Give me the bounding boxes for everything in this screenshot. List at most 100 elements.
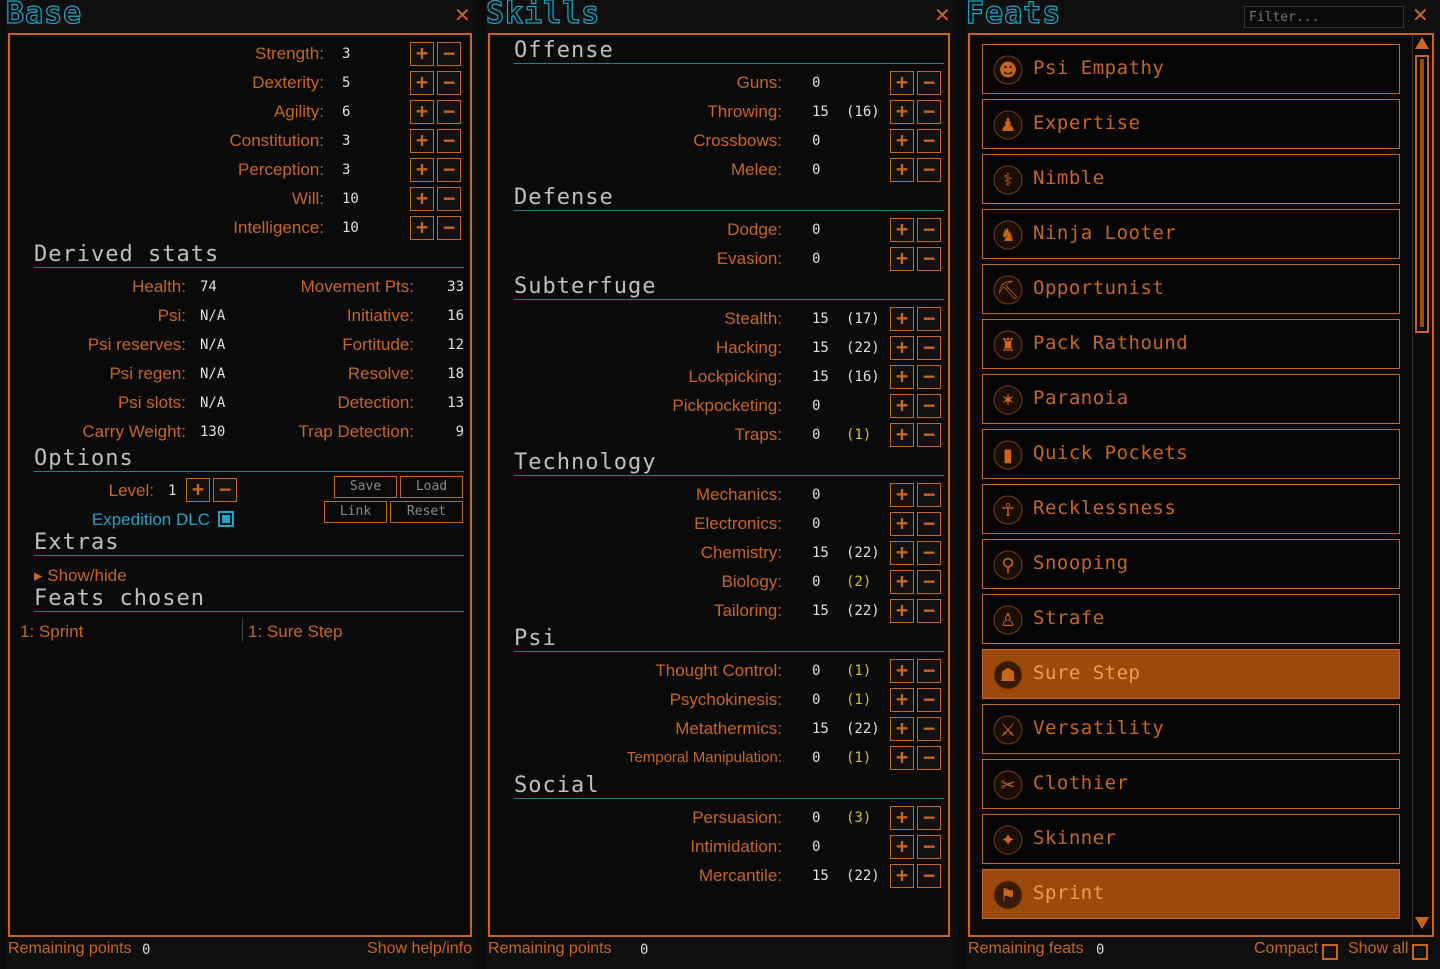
skill-minus-button[interactable]: − [917,307,941,331]
skill-minus-button[interactable]: − [917,659,941,683]
feats-close-icon[interactable]: ✕ [1412,5,1429,25]
show-all-checkbox[interactable] [1412,944,1428,960]
expedition-dlc-checkbox[interactable] [218,511,234,527]
skill-plus-button[interactable]: + [890,512,914,536]
skills-close-icon[interactable]: ✕ [934,5,951,25]
feat-item[interactable]: ⚔ Versatility [982,704,1400,754]
skill-plus-button[interactable]: + [890,247,914,271]
skill-plus-button[interactable]: + [890,659,914,683]
attribute-minus-button[interactable]: − [437,71,461,95]
skill-plus-button[interactable]: + [890,835,914,859]
skill-plus-button[interactable]: + [890,483,914,507]
level-minus-button[interactable]: − [213,478,237,502]
skill-minus-button[interactable]: − [917,746,941,770]
attribute-plus-button[interactable]: + [410,129,434,153]
derived-stat-label: Detection: [337,393,414,412]
save-button[interactable]: Save [334,476,397,498]
attribute-plus-button[interactable]: + [410,100,434,124]
skill-value: 0 [812,133,821,149]
skill-minus-button[interactable]: − [917,336,941,360]
load-button[interactable]: Load [400,476,463,498]
skill-plus-button[interactable]: + [890,717,914,741]
skill-plus-button[interactable]: + [890,158,914,182]
skill-plus-button[interactable]: + [890,541,914,565]
help-link[interactable]: Show help/info [367,940,472,958]
feat-item[interactable]: ▮ Quick Pockets [982,429,1400,479]
feat-item[interactable]: ♟ Expertise [982,99,1400,149]
attribute-plus-button[interactable]: + [410,158,434,182]
skill-minus-button[interactable]: − [917,717,941,741]
skill-plus-button[interactable]: + [890,71,914,95]
feat-item[interactable]: ♙ Strafe [982,594,1400,644]
feat-item[interactable]: ⚕ Nimble [982,154,1400,204]
skill-plus-button[interactable]: + [890,218,914,242]
skill-minus-button[interactable]: − [917,394,941,418]
feats-scrollbar[interactable] [1412,35,1430,935]
skill-plus-button[interactable]: + [890,688,914,712]
attribute-plus-button[interactable]: + [410,71,434,95]
skill-plus-button[interactable]: + [890,129,914,153]
feat-item[interactable]: ♜ Pack Rathound [982,319,1400,369]
feat-item[interactable]: ✶ Paranoia [982,374,1400,424]
skill-minus-button[interactable]: − [917,599,941,623]
attribute-plus-button[interactable]: + [410,42,434,66]
skill-plus-button[interactable]: + [890,365,914,389]
reset-button[interactable]: Reset [390,501,463,523]
skill-plus-button[interactable]: + [890,746,914,770]
compact-checkbox[interactable] [1322,944,1338,960]
feat-item[interactable]: ☗ Sure Step [982,649,1400,699]
feat-item[interactable]: ⚑ Sprint [982,869,1400,919]
skill-plus-button[interactable]: + [890,423,914,447]
link-button[interactable]: Link [324,501,387,523]
feat-item[interactable]: ☻ Psi Empathy [982,44,1400,94]
scroll-thumb[interactable] [1415,55,1429,333]
attribute-plus-button[interactable]: + [410,187,434,211]
skill-minus-button[interactable]: − [917,483,941,507]
skill-minus-button[interactable]: − [917,864,941,888]
attribute-minus-button[interactable]: − [437,100,461,124]
feat-item[interactable]: ✦ Skinner [982,814,1400,864]
feat-item[interactable]: ✂ Clothier [982,759,1400,809]
skill-plus-button[interactable]: + [890,599,914,623]
skill-minus-button[interactable]: − [917,365,941,389]
skill-label: Stealth: [724,309,782,328]
skill-minus-button[interactable]: − [917,247,941,271]
skill-minus-button[interactable]: − [917,129,941,153]
skill-plus-button[interactable]: + [890,100,914,124]
skill-minus-button[interactable]: − [917,541,941,565]
derived-stats-header: Derived stats [34,243,464,268]
scroll-up-icon[interactable] [1415,37,1429,49]
skill-minus-button[interactable]: − [917,71,941,95]
attribute-minus-button[interactable]: − [437,187,461,211]
feats-filter-input[interactable] [1244,6,1404,28]
skill-plus-button[interactable]: + [890,570,914,594]
skill-plus-button[interactable]: + [890,806,914,830]
base-title: Base [5,0,83,32]
feat-item[interactable]: ⚲ Snooping [982,539,1400,589]
skill-plus-button[interactable]: + [890,864,914,888]
skill-minus-button[interactable]: − [917,688,941,712]
skill-label: Hacking: [715,338,782,357]
skill-minus-button[interactable]: − [917,158,941,182]
feat-item[interactable]: ♞ Ninja Looter [982,209,1400,259]
scroll-down-icon[interactable] [1415,917,1429,929]
attribute-minus-button[interactable]: − [437,129,461,153]
skill-minus-button[interactable]: − [917,100,941,124]
skill-minus-button[interactable]: − [917,423,941,447]
attribute-minus-button[interactable]: − [437,42,461,66]
attribute-plus-button[interactable]: + [410,216,434,240]
level-plus-button[interactable]: + [186,478,210,502]
skill-minus-button[interactable]: − [917,512,941,536]
skill-minus-button[interactable]: − [917,218,941,242]
base-close-icon[interactable]: ✕ [454,5,471,25]
skill-plus-button[interactable]: + [890,336,914,360]
attribute-minus-button[interactable]: − [437,216,461,240]
skill-minus-button[interactable]: − [917,806,941,830]
skill-minus-button[interactable]: − [917,570,941,594]
attribute-minus-button[interactable]: − [437,158,461,182]
skill-plus-button[interactable]: + [890,394,914,418]
skill-plus-button[interactable]: + [890,307,914,331]
feat-item[interactable]: ☥ Recklessness [982,484,1400,534]
skill-minus-button[interactable]: − [917,835,941,859]
feat-item[interactable]: ⛏ Opportunist [982,264,1400,314]
